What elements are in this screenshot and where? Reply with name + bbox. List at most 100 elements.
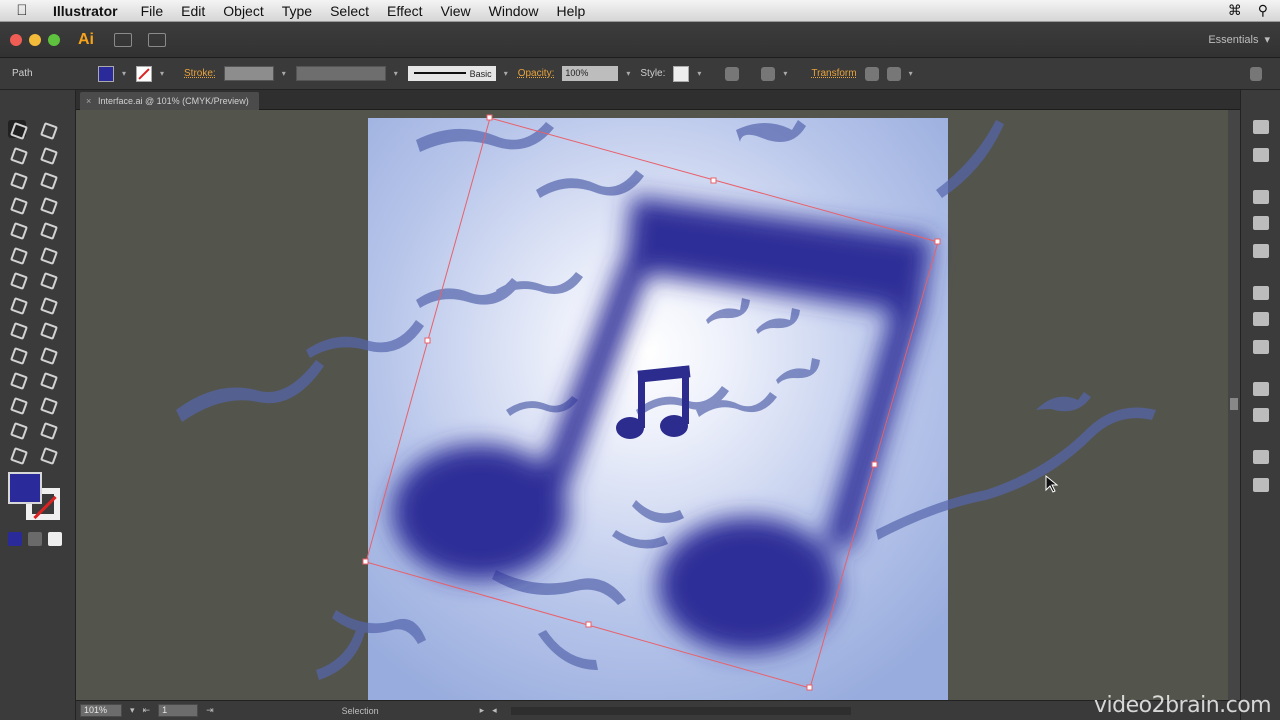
pen-tool-icon[interactable] [8, 170, 26, 188]
align-panel-icon[interactable] [1253, 450, 1269, 464]
scroll-thumb[interactable] [1230, 398, 1238, 410]
scale-tool-icon[interactable] [38, 270, 56, 288]
handle[interactable] [934, 238, 941, 245]
graphic-style-swatch[interactable] [673, 65, 690, 82]
bridge-icon[interactable] [114, 32, 132, 47]
layers-panel-icon[interactable] [1253, 408, 1269, 422]
shape-builder-tool-icon[interactable] [8, 320, 26, 338]
chevron-down-icon[interactable]: ▾ [282, 69, 288, 78]
line-tool-icon[interactable] [8, 195, 26, 213]
workspace-switcher[interactable]: Essentials ▾ [1208, 33, 1270, 47]
handle[interactable] [710, 177, 717, 184]
close-tab-icon[interactable]: × [86, 92, 91, 110]
apple-icon[interactable]:  [0, 2, 44, 19]
column-graph-tool-icon[interactable] [38, 395, 56, 413]
menu-object[interactable]: Object [214, 3, 272, 19]
handle[interactable] [871, 461, 878, 468]
vertical-scrollbar[interactable] [1228, 110, 1240, 700]
blend-tool-icon[interactable] [38, 370, 56, 388]
chevron-down-icon[interactable]: ▾ [909, 69, 915, 78]
gradient-panel-icon[interactable] [1253, 312, 1269, 326]
width-tool-icon[interactable] [8, 295, 26, 313]
eyedropper-tool-icon[interactable] [8, 370, 26, 388]
handle[interactable] [585, 621, 592, 628]
opacity-field[interactable]: 100% [562, 66, 619, 81]
type-tool-icon[interactable] [38, 170, 56, 188]
menu-edit[interactable]: Edit [172, 3, 214, 19]
isolate-icon[interactable] [864, 66, 879, 81]
gradient-tool-icon[interactable] [38, 345, 56, 363]
align-icon[interactable] [761, 66, 776, 81]
opacity-link[interactable]: Opacity: [518, 68, 555, 79]
lasso-tool-icon[interactable] [38, 145, 56, 163]
perspective-grid-tool-icon[interactable] [38, 320, 56, 338]
chevron-right-icon[interactable]: ▸ [480, 705, 485, 716]
brushes-panel-icon[interactable] [1253, 190, 1269, 204]
stroke-panel-icon[interactable] [1253, 286, 1269, 300]
menu-app[interactable]: Illustrator [44, 3, 132, 19]
menu-view[interactable]: View [432, 3, 480, 19]
chevron-down-icon[interactable]: ▾ [783, 69, 789, 78]
blob-brush-tool-icon[interactable] [8, 245, 26, 263]
script-menu-icon[interactable]: ⌘ [1228, 2, 1242, 19]
slice-tool-icon[interactable] [38, 420, 56, 438]
handle[interactable] [362, 558, 369, 565]
menu-select[interactable]: Select [321, 3, 378, 19]
canvas[interactable] [76, 110, 1228, 700]
selection-tool-icon[interactable] [8, 120, 26, 138]
chevron-down-icon[interactable]: ▾ [504, 69, 510, 78]
menu-effect[interactable]: Effect [378, 3, 432, 19]
menu-file[interactable]: File [132, 3, 173, 19]
direct-selection-tool-icon[interactable] [38, 120, 56, 138]
chevron-down-icon[interactable]: ▾ [697, 69, 703, 78]
pathfinder-panel-icon[interactable] [1253, 478, 1269, 492]
variable-width-field[interactable] [295, 66, 386, 81]
fill-swatch[interactable] [98, 65, 114, 82]
rotate-tool-icon[interactable] [8, 270, 26, 288]
stroke-link[interactable]: Stroke: [184, 68, 216, 79]
close-window-icon[interactable] [10, 33, 22, 46]
free-transform-tool-icon[interactable] [38, 295, 56, 313]
none-mode-icon[interactable] [48, 532, 62, 546]
chevron-down-icon[interactable]: ▾ [122, 69, 128, 78]
chevron-down-icon[interactable]: ▾ [626, 69, 632, 78]
envelope-icon[interactable] [886, 66, 901, 81]
transparency-panel-icon[interactable] [1253, 340, 1269, 354]
menu-window[interactable]: Window [480, 3, 548, 19]
menu-help[interactable]: Help [547, 3, 594, 19]
arrange-documents-icon[interactable] [148, 32, 166, 47]
chevron-down-icon[interactable]: ▾ [130, 705, 135, 716]
stroke-swatch[interactable] [136, 65, 152, 82]
chevron-left-icon[interactable]: ◂ [492, 705, 497, 716]
color-panel-icon[interactable] [1253, 120, 1269, 134]
transform-link[interactable]: Transform [811, 68, 856, 79]
hand-tool-icon[interactable] [8, 445, 26, 463]
zoom-window-icon[interactable] [48, 33, 60, 46]
menu-type[interactable]: Type [273, 3, 321, 19]
fill-color-box[interactable] [8, 472, 42, 504]
symbols-panel-icon[interactable] [1253, 216, 1269, 230]
handle[interactable] [806, 684, 813, 691]
artboard-tool-icon[interactable] [8, 420, 26, 438]
recolor-artwork-icon[interactable] [725, 66, 740, 81]
graphic-styles-panel-icon[interactable] [1253, 244, 1269, 258]
swatches-panel-icon[interactable] [1253, 148, 1269, 162]
minimize-window-icon[interactable] [29, 33, 41, 46]
first-artboard-icon[interactable]: ⇤ [143, 705, 151, 716]
appearance-panel-icon[interactable] [1253, 382, 1269, 396]
magic-wand-tool-icon[interactable] [8, 145, 26, 163]
spotlight-icon[interactable]: ⚲ [1258, 2, 1268, 19]
zoom-tool-icon[interactable] [38, 445, 56, 463]
document-tab[interactable]: × Interface.ai @ 101% (CMYK/Preview) [80, 92, 259, 110]
stroke-weight-field[interactable] [223, 66, 274, 81]
handle[interactable] [424, 337, 431, 344]
zoom-field[interactable]: 101% [80, 704, 122, 717]
artboard-number-field[interactable]: 1 [158, 704, 199, 717]
paintbrush-tool-icon[interactable] [8, 220, 26, 238]
horizontal-scrollbar[interactable] [510, 706, 851, 715]
gradient-mode-icon[interactable] [28, 532, 42, 546]
next-artboard-icon[interactable]: ⇥ [206, 705, 214, 716]
chevron-down-icon[interactable]: ▾ [394, 69, 400, 78]
pencil-tool-icon[interactable] [38, 220, 56, 238]
panel-menu-icon[interactable] [1250, 66, 1262, 81]
